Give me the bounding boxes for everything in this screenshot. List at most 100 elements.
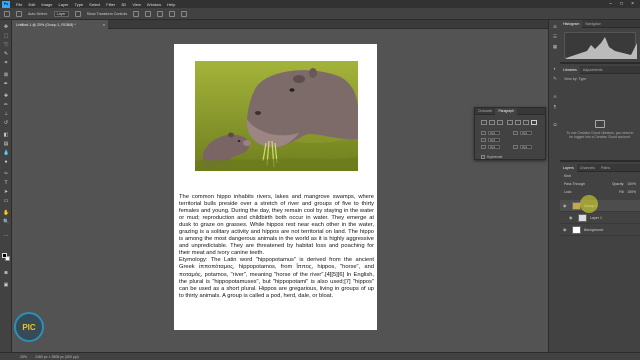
layer-row[interactable]: ◉ Group 1: [560, 200, 640, 212]
layer-row[interactable]: ◉ Layer 1: [560, 212, 640, 224]
menu-layer[interactable]: Layer: [55, 2, 71, 7]
visibility-eye-icon[interactable]: ◉: [563, 203, 569, 208]
clone-stamp-tool-icon[interactable]: ⊥: [3, 111, 9, 117]
dodge-tool-icon[interactable]: ●: [3, 159, 9, 165]
color-swatches[interactable]: [2, 253, 10, 261]
indent-left-field[interactable]: 0 pt: [481, 130, 509, 135]
lasso-tool-icon[interactable]: ➰: [3, 42, 9, 48]
justify-last-center-icon[interactable]: [515, 120, 521, 125]
view-by-dropdown[interactable]: View by: Type: [560, 74, 640, 84]
opacity-value[interactable]: 100%: [627, 182, 636, 186]
brush-panel-icon[interactable]: ✎: [552, 76, 558, 81]
crop-tool-icon[interactable]: ⌗: [3, 60, 9, 66]
close-window-button[interactable]: ×: [631, 1, 634, 7]
menu-file[interactable]: File: [13, 2, 25, 7]
distribute-icon[interactable]: [169, 10, 176, 17]
close-tab-icon[interactable]: ×: [103, 23, 105, 27]
more-options-icon[interactable]: [181, 10, 188, 17]
healing-brush-tool-icon[interactable]: ✚: [3, 93, 9, 99]
quick-mask-icon[interactable]: ◙: [3, 270, 9, 276]
marquee-tool-icon[interactable]: ⬚: [3, 33, 9, 39]
hyphenate-option[interactable]: Hyphenate: [481, 155, 502, 159]
pen-tool-icon[interactable]: ✑: [3, 171, 9, 177]
history-brush-tool-icon[interactable]: ↺: [3, 120, 9, 126]
layers-panel: Layers Channels Paths Kind Pass Through …: [560, 163, 640, 352]
align-right-text-icon[interactable]: [497, 120, 503, 125]
indent-left-value: 0 pt: [488, 130, 500, 135]
menu-edit[interactable]: Edit: [25, 2, 38, 7]
hand-tool-icon[interactable]: ✋: [3, 210, 9, 216]
brush-tool-icon[interactable]: ✏: [3, 102, 9, 108]
zoom-tool-icon[interactable]: 🔍: [3, 219, 9, 225]
layer-row[interactable]: ◉ Background: [560, 224, 640, 236]
menu-view[interactable]: View: [129, 2, 144, 7]
transform-checkbox[interactable]: [74, 10, 81, 17]
gradient-tool-icon[interactable]: ▤: [3, 141, 9, 147]
menu-type[interactable]: Type: [72, 2, 87, 7]
justify-last-right-icon[interactable]: [523, 120, 529, 125]
properties-panel-icon[interactable]: ☰: [552, 34, 558, 39]
menu-help[interactable]: Help: [164, 2, 178, 7]
visibility-eye-icon[interactable]: ◉: [563, 227, 569, 232]
eyedropper-tool-icon[interactable]: ✒: [3, 81, 9, 87]
filter-kind-dropdown[interactable]: Kind: [564, 174, 571, 178]
space-before-field[interactable]: 0 pt: [481, 144, 509, 149]
tab-paragraph[interactable]: Paragraph: [495, 107, 517, 115]
zoom-level[interactable]: 25%: [20, 355, 27, 359]
blend-mode-dropdown[interactable]: Pass Through: [564, 182, 585, 186]
move-tool-icon[interactable]: [4, 10, 10, 17]
eraser-tool-icon[interactable]: ◧: [3, 132, 9, 138]
article-text[interactable]: The common hippo inhabits rivers, lakes …: [179, 194, 374, 300]
frame-tool-icon[interactable]: ⊠: [3, 72, 9, 78]
visibility-eye-icon[interactable]: ◉: [569, 215, 575, 220]
document-canvas[interactable]: The common hippo inhabits rivers, lakes …: [174, 44, 377, 330]
paragraph-panel-icon[interactable]: ¶: [552, 104, 558, 109]
more-tools-icon[interactable]: …: [3, 232, 9, 238]
align-left-text-icon[interactable]: [481, 120, 487, 125]
hyphenate-checkbox[interactable]: [481, 155, 485, 159]
align-center-text-icon[interactable]: [489, 120, 495, 125]
align-right-icon[interactable]: [157, 10, 164, 17]
tab-layers[interactable]: Layers: [560, 163, 577, 172]
document-tab-title: Untitled-1 @ 25% (Group 1, RGB/8) *: [16, 22, 76, 27]
screen-mode-icon[interactable]: ▣: [3, 282, 9, 288]
document-tab[interactable]: Untitled-1 @ 25% (Group 1, RGB/8) * ×: [12, 20, 108, 29]
glyphs-panel-icon[interactable]: Ω: [552, 122, 558, 127]
color-panel-icon[interactable]: ◐: [552, 66, 558, 71]
justify-last-left-icon[interactable]: [507, 120, 513, 125]
history-panel-icon[interactable]: ⎌: [552, 24, 558, 29]
space-after-field[interactable]: 0 pt: [513, 144, 541, 149]
menu-3d[interactable]: 3D: [118, 2, 129, 7]
tab-adjustments[interactable]: Adjustments: [580, 66, 606, 74]
tab-paths[interactable]: Paths: [598, 164, 613, 172]
menu-select[interactable]: Select: [86, 2, 103, 7]
rectangle-tool-icon[interactable]: ▭: [3, 198, 9, 204]
indent-first-line-field[interactable]: 0 pt: [481, 137, 509, 142]
character-panel-icon[interactable]: A: [552, 94, 558, 99]
tab-channels[interactable]: Channels: [577, 164, 598, 172]
tab-histogram[interactable]: Histogram: [560, 19, 583, 28]
tab-libraries[interactable]: Libraries: [560, 65, 580, 74]
tab-navigator[interactable]: Navigator: [582, 20, 603, 28]
path-selection-tool-icon[interactable]: ➤: [3, 189, 9, 195]
align-center-icon[interactable]: [145, 10, 152, 17]
libraries-message: To use Creative Cloud Libraries, you nee…: [566, 131, 634, 140]
move-tool-icon[interactable]: ✥: [3, 24, 9, 30]
indent-right-field[interactable]: 0 pt: [513, 130, 541, 135]
type-tool-icon[interactable]: T: [3, 180, 9, 186]
quick-select-tool-icon[interactable]: ✎: [3, 51, 9, 57]
align-left-icon[interactable]: [133, 10, 140, 17]
foreground-color-swatch[interactable]: [2, 253, 7, 258]
menu-window[interactable]: Window: [144, 2, 164, 7]
maximize-button[interactable]: □: [620, 1, 623, 7]
minimize-button[interactable]: –: [609, 1, 612, 7]
menu-image[interactable]: Image: [38, 2, 55, 7]
auto-select-checkbox[interactable]: [16, 10, 22, 17]
blur-tool-icon[interactable]: 💧: [3, 150, 9, 156]
menu-filter[interactable]: Filter: [103, 2, 118, 7]
tab-character[interactable]: Character: [475, 108, 495, 115]
auto-select-dropdown[interactable]: Layer: [53, 10, 69, 17]
justify-all-icon[interactable]: [531, 120, 537, 125]
fill-value[interactable]: 100%: [627, 190, 636, 194]
swatches-panel-icon[interactable]: ▦: [552, 44, 558, 49]
